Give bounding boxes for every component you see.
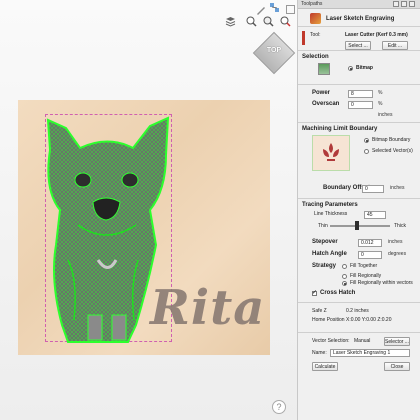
draw-icon[interactable] <box>255 4 266 15</box>
selection-section: Selection Bitmap <box>298 50 420 84</box>
power-section: Power 8 % Overscan 0 % inches <box>298 84 420 122</box>
bitmap-thumbnail-icon <box>318 63 330 75</box>
bitmap-radio[interactable]: Bitmap <box>348 65 373 71</box>
engraved-name-text: Rita <box>150 280 266 336</box>
overscan-unit: % <box>378 101 383 107</box>
position-section: Safe Z 0.2 inches Home Position X:0.00 Y… <box>298 302 420 332</box>
bitmap-boundary-radio[interactable]: Bitmap Boundary <box>364 137 410 143</box>
output-section: Vector Selection: Manual Selector ... Na… <box>298 332 420 378</box>
safe-z-value: 0.2 inches <box>346 308 369 314</box>
view-cube-label: TOP <box>266 47 282 54</box>
layers-icon[interactable] <box>225 16 236 27</box>
fleur-de-lis-icon <box>323 143 339 161</box>
tracing-heading: Tracing Parameters <box>302 202 358 208</box>
toolpath-panel: Toolpaths Laser Sketch Engraving Tool: L… <box>297 0 420 420</box>
tool-color-icon <box>302 31 305 45</box>
selector-button[interactable]: Selector ... <box>384 337 410 346</box>
overscan-input[interactable]: 0 <box>348 101 373 109</box>
radio-icon <box>342 280 347 286</box>
stepover-label: Stepover <box>312 239 338 245</box>
zoom-fit-icon[interactable] <box>263 16 274 27</box>
fill-together-radio[interactable]: Fill Together <box>342 263 377 269</box>
flip-icon[interactable] <box>269 2 280 13</box>
boundary-preview <box>312 135 350 171</box>
fill-regionally-radio[interactable]: Fill Regionally <box>342 273 381 279</box>
thin-label: Thin <box>318 223 328 229</box>
close-button[interactable]: Close <box>384 362 410 371</box>
pin-icon[interactable] <box>393 1 399 7</box>
power-unit: % <box>378 90 383 96</box>
float-icon[interactable] <box>401 1 407 7</box>
stepover-input[interactable]: 0.012 <box>358 239 382 247</box>
stepover-unit: inches <box>388 239 403 245</box>
line-thickness-slider[interactable] <box>330 225 390 227</box>
boundary-offset-unit: inches <box>390 185 405 191</box>
vector-selection-label: Vector Selection: <box>312 338 350 344</box>
panel-title: Toolpaths <box>301 1 323 7</box>
boundary-offset-input[interactable]: 0 <box>362 185 384 193</box>
slider-thumb[interactable] <box>355 221 359 230</box>
radio-icon <box>342 263 347 269</box>
radio-icon <box>342 273 347 279</box>
calculate-button[interactable]: Calculate <box>312 362 338 371</box>
overscan-label: Overscan <box>312 101 340 107</box>
tool-name: Laser Cutter (Kerf 0.3 mm) <box>345 32 408 38</box>
strategy-label: Strategy <box>312 263 337 269</box>
grid-icon[interactable] <box>285 4 296 15</box>
vector-selection-value: Manual <box>354 338 371 344</box>
home-position-label: Home Position <box>312 317 345 323</box>
power-label: Power <box>312 90 331 96</box>
line-thickness-label: Line Thickness <box>314 211 348 217</box>
toolpath-name-input[interactable]: Laser Sketch Engraving 1 <box>330 349 410 357</box>
panel-titlebar: Toolpaths <box>298 0 420 9</box>
tool-edit-button[interactable]: Edit ... <box>382 41 408 50</box>
home-position-value: X:0.00 Y:0.00 Z:0.20 <box>346 317 392 323</box>
hatch-angle-input[interactable]: 0 <box>358 251 382 259</box>
zoom-out-icon[interactable] <box>280 16 291 27</box>
radio-icon <box>364 148 369 154</box>
hatch-angle-unit: degrees <box>388 251 407 257</box>
selection-heading: Selection <box>302 54 329 60</box>
radio-icon <box>364 137 369 143</box>
machining-heading: Machining Limit Boundary <box>302 126 378 132</box>
tool-section: Tool: Laser Cutter (Kerf 0.3 mm) Select … <box>298 26 420 50</box>
strategy-extra: Fill Regionally within vectors Cross Hat… <box>298 280 420 296</box>
line-thickness-input[interactable]: 45 <box>364 211 386 219</box>
app-window: TOP Rita ? Toolpaths Laser Sketch Engrav… <box>0 0 420 420</box>
thick-label: Thick <box>394 223 406 229</box>
selected-vectors-radio[interactable]: Selected Vector(s) <box>364 148 413 154</box>
name-label: Name: <box>312 350 327 356</box>
fill-regionally-vectors-radio[interactable]: Fill Regionally within vectors <box>342 280 413 286</box>
3d-viewport[interactable]: TOP Rita ? <box>0 0 297 420</box>
radio-icon <box>348 65 353 71</box>
tool-select-button[interactable]: Select ... <box>345 41 371 50</box>
machining-boundary-section: Machining Limit Boundary Bitmap Boundary… <box>298 122 420 198</box>
hatch-angle-label: Hatch Angle <box>312 251 347 257</box>
help-button[interactable]: ? <box>272 400 286 414</box>
laser-sketch-icon <box>310 13 321 24</box>
close-icon[interactable] <box>409 1 415 7</box>
panel-heading: Laser Sketch Engraving <box>326 15 395 22</box>
panel-header: Laser Sketch Engraving <box>298 9 420 26</box>
zoom-in-icon[interactable] <box>246 16 257 27</box>
cross-hatch-checkbox[interactable]: Cross Hatch <box>312 289 355 296</box>
tool-label: Tool: <box>310 32 321 38</box>
power-input[interactable]: 8 <box>348 90 373 98</box>
overscan-unit-inches: inches <box>378 112 393 118</box>
checkbox-icon <box>312 289 317 296</box>
tracing-section: Tracing Parameters Line Thickness 45 Thi… <box>298 198 420 284</box>
safe-z-label: Safe Z <box>312 308 327 314</box>
